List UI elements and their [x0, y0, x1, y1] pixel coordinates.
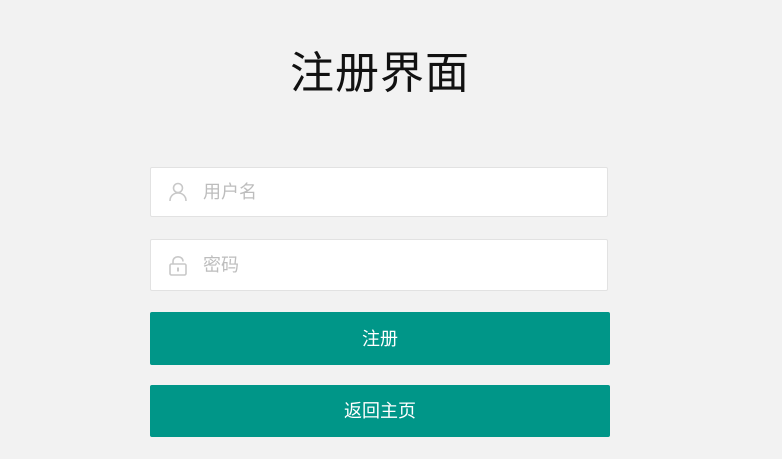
user-icon — [169, 182, 187, 202]
register-button[interactable]: 注册 — [150, 312, 610, 365]
username-input[interactable] — [203, 168, 593, 216]
username-field[interactable] — [150, 167, 608, 217]
password-input[interactable] — [203, 240, 593, 290]
page-title: 注册界面 — [290, 48, 470, 99]
back-to-home-button[interactable]: 返回主页 — [150, 385, 610, 437]
password-field[interactable] — [150, 239, 608, 291]
lock-icon — [169, 255, 187, 276]
